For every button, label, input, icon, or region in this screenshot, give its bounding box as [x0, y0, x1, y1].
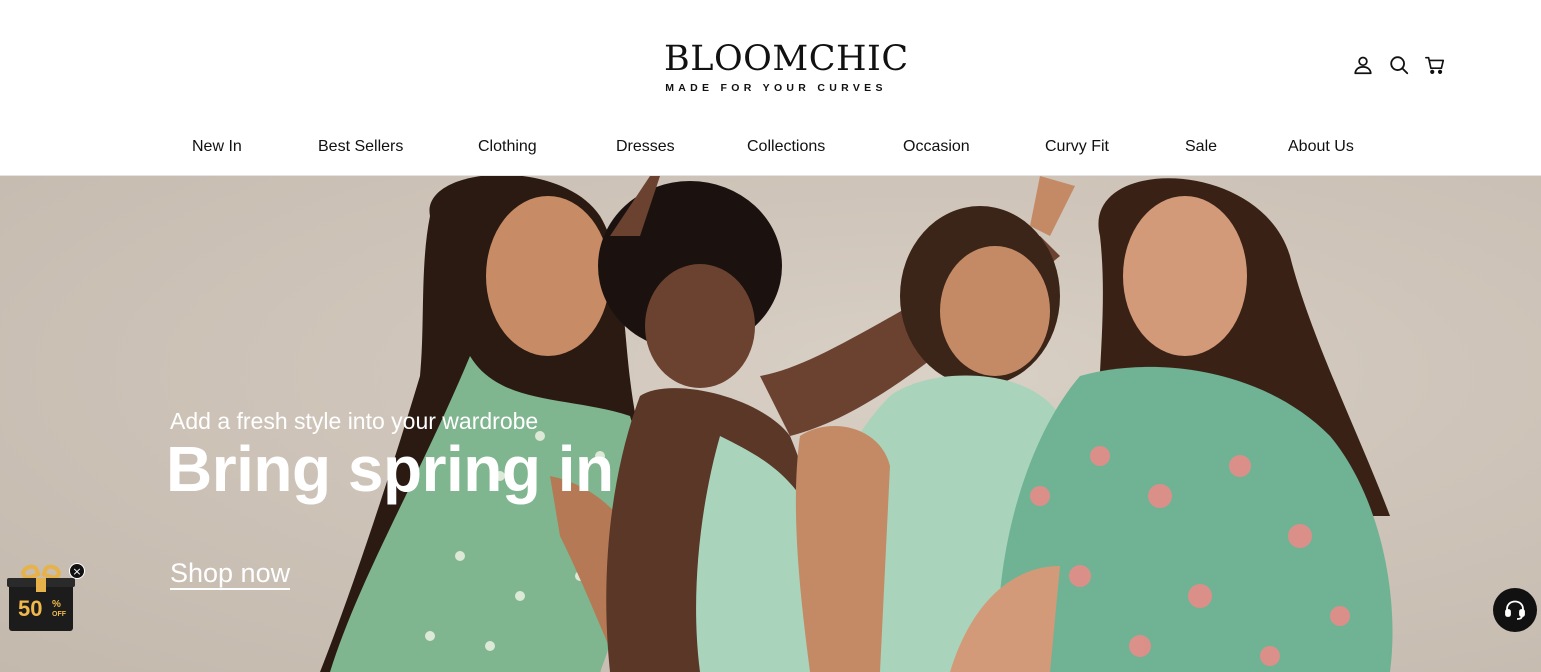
shop-now-link[interactable]: Shop now [170, 558, 291, 590]
account-icon[interactable] [1352, 54, 1374, 76]
customer-support-button[interactable] [1493, 588, 1537, 632]
nav-item-best-sellers[interactable]: Best Sellers [318, 138, 403, 156]
hero-title: Bring spring in [166, 433, 614, 505]
search-icon[interactable] [1388, 54, 1410, 76]
header-icons [1352, 54, 1446, 76]
gift-off-label: OFF [52, 611, 66, 618]
close-icon[interactable]: × [69, 563, 85, 579]
nav-item-dresses[interactable]: Dresses [616, 138, 675, 156]
hero-subtitle: Add a fresh style into your wardrobe [170, 408, 539, 434]
nav-item-collections[interactable]: Collections [747, 138, 825, 156]
nav-item-curvy-fit[interactable]: Curvy Fit [1045, 138, 1109, 156]
brand-tagline: MADE FOR YOUR CURVES [665, 82, 887, 94]
site-header: BLOOMCHIC MADE FOR YOUR CURVES New In Be… [0, 0, 1541, 176]
nav-item-sale[interactable]: Sale [1185, 138, 1217, 156]
cart-icon[interactable] [1424, 54, 1446, 76]
gift-discount-value: 50 [18, 596, 43, 621]
hero-banner[interactable]: Add a fresh style into your wardrobe Bri… [0, 176, 1541, 672]
nav-item-clothing[interactable]: Clothing [478, 138, 537, 156]
main-nav: New In Best Sellers Clothing Dresses Col… [0, 138, 1541, 160]
brand-logo[interactable]: BLOOMCHIC MADE FOR YOUR CURVES [664, 39, 909, 94]
gift-percent-sign: % [52, 599, 61, 610]
brand-name: BLOOMCHIC [664, 39, 909, 79]
discount-gift-widget[interactable]: 50 % OFF × [7, 562, 85, 633]
nav-item-about-us[interactable]: About Us [1288, 138, 1354, 156]
gift-ribbon [36, 578, 46, 592]
nav-item-new-in[interactable]: New In [192, 138, 242, 156]
nav-item-occasion[interactable]: Occasion [903, 138, 970, 156]
headset-icon [1505, 600, 1525, 620]
